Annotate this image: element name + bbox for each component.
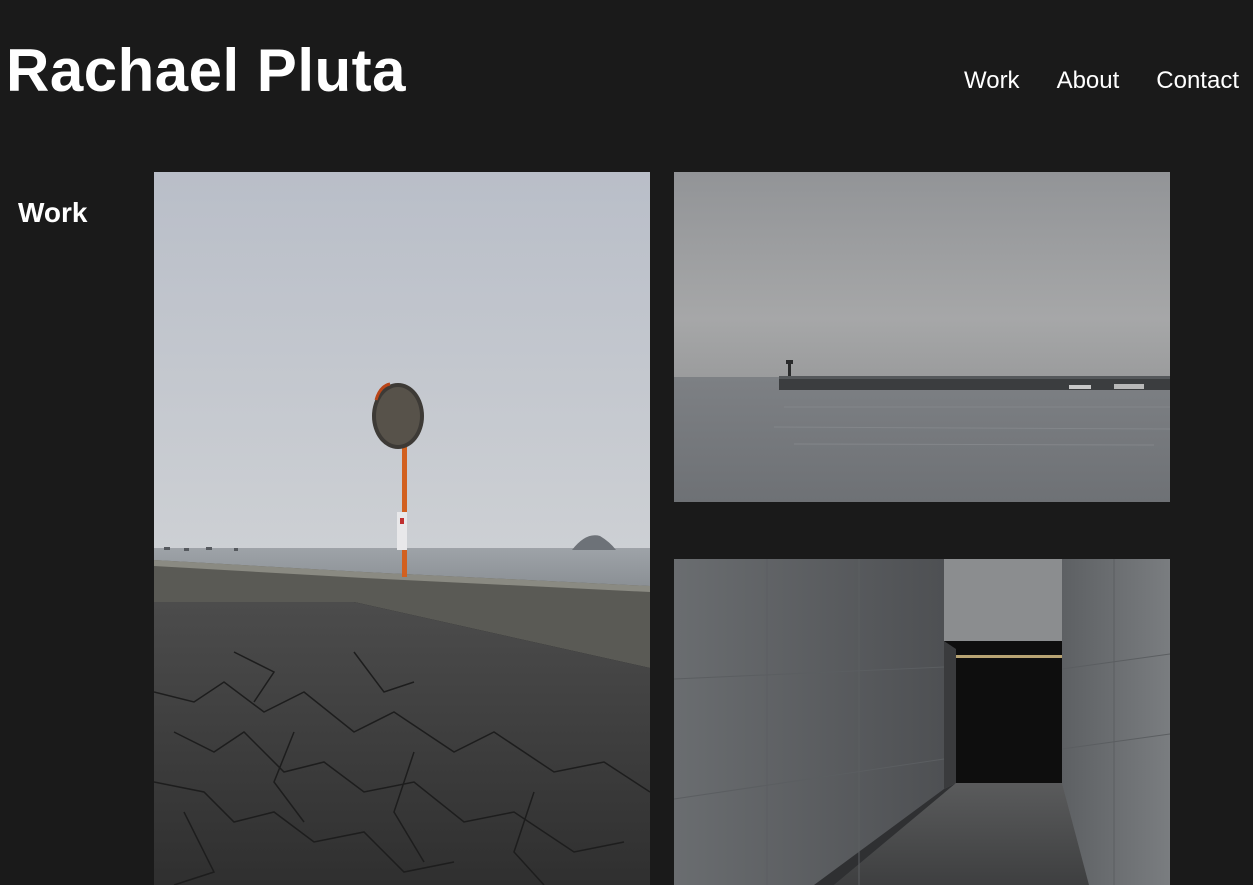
gallery-photo-pier[interactable] <box>674 172 1170 502</box>
corridor-photo-image <box>674 559 1170 885</box>
nav-link-contact[interactable]: Contact <box>1156 66 1239 96</box>
main-nav: Work About Contact <box>964 66 1239 96</box>
gallery-photo-corridor[interactable] <box>674 559 1170 885</box>
pier-photo-image <box>674 172 1170 502</box>
nav-link-about[interactable]: About <box>1057 66 1120 96</box>
gallery-photo-mirror[interactable] <box>154 172 650 885</box>
section-heading: Work <box>18 197 88 228</box>
site-header: Rachael Pluta Work About Contact <box>0 0 1253 140</box>
mirror-photo-image <box>154 172 650 885</box>
nav-link-work[interactable]: Work <box>964 66 1020 96</box>
site-title[interactable]: Rachael Pluta <box>6 38 406 104</box>
